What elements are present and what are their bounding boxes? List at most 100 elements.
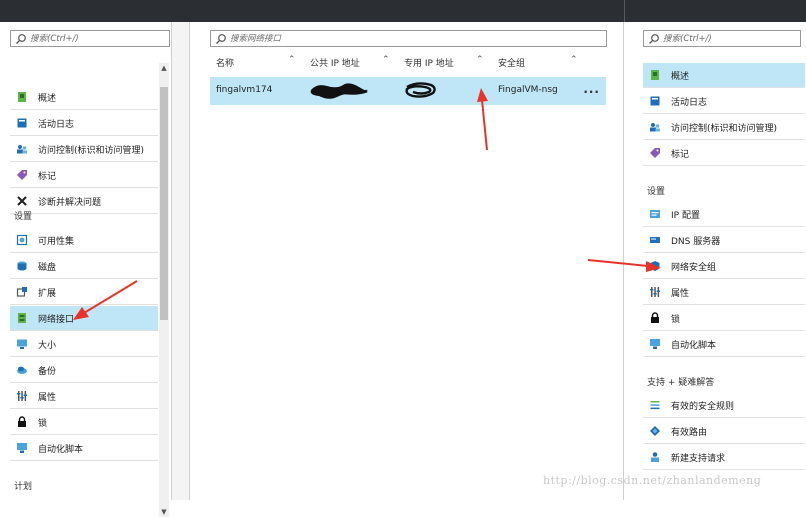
sidebar-item-automation-script[interactable]: 自动化脚本: [10, 436, 158, 461]
sidebar-item-properties[interactable]: 属性: [643, 280, 805, 305]
column-header-security-group[interactable]: 安全组: [498, 56, 525, 72]
automation-script-icon: [16, 442, 28, 454]
sidebar-item-tag[interactable]: 标记: [10, 163, 158, 188]
search-icon: [648, 33, 660, 45]
sidebar-item-ip-config[interactable]: IP 配置: [643, 202, 805, 227]
sidebar-item-network-security-group[interactable]: 网络安全组: [643, 254, 805, 279]
pane-gutter: [172, 22, 189, 500]
dns-server-icon: [649, 234, 661, 246]
sidebar-item-extension[interactable]: 扩展: [10, 280, 158, 305]
scroll-up-icon[interactable]: ▲: [159, 63, 169, 73]
sidebar-item-activity-log[interactable]: 活动日志: [643, 89, 805, 114]
scroll-thumb[interactable]: [160, 87, 168, 320]
overview-icon: [16, 91, 28, 103]
activity-log-icon: [16, 117, 28, 129]
sidebar-item-label: 锁: [671, 312, 680, 325]
access-control-icon: [649, 121, 661, 133]
sort-caret-icon[interactable]: ⌃: [570, 55, 578, 65]
scroll-down-icon[interactable]: ▼: [159, 507, 169, 517]
sidebar-item-access-control[interactable]: 访问控制(标识和访问管理): [10, 137, 158, 162]
sidebar-item-label: 磁盘: [38, 260, 56, 273]
automation-script-icon: [649, 338, 661, 350]
sort-caret-icon[interactable]: ⌃: [476, 55, 484, 65]
sidebar-item-diagnose[interactable]: 诊断并解决问题: [10, 189, 158, 214]
watermark: http://blog.csdn.net/zhanlandemeng: [543, 474, 761, 487]
section-support: 支持 + 疑难解答: [647, 375, 714, 388]
properties-icon: [649, 286, 661, 298]
sidebar-item-label: DNS 服务器: [671, 234, 720, 247]
sidebar-item-backup[interactable]: 备份: [10, 358, 158, 383]
sidebar-item-label: 网络安全组: [671, 260, 716, 273]
sidebar-item-disk[interactable]: 磁盘: [10, 254, 158, 279]
lock-icon: [649, 312, 661, 324]
sidebar-item-label: 备份: [38, 364, 56, 377]
lock-icon: [16, 416, 28, 428]
vm-menu-search[interactable]: [10, 30, 170, 47]
sidebar-item-dns-server[interactable]: DNS 服务器: [643, 228, 805, 253]
sidebar-item-label: 属性: [38, 390, 56, 403]
sidebar-item-label: 活动日志: [38, 117, 74, 130]
sidebar-item-routes[interactable]: 有效路由: [643, 419, 805, 444]
sidebar-item-label: 概述: [671, 69, 689, 82]
sidebar-item-label: 网络接口: [38, 312, 74, 325]
section-settings: 设置: [14, 209, 32, 222]
sort-caret-icon[interactable]: ⌃: [288, 55, 296, 65]
network-interface-icon: [16, 312, 28, 324]
access-control-icon: [16, 143, 28, 155]
sort-caret-icon[interactable]: ⌃: [382, 55, 390, 65]
sidebar-item-label: 标记: [671, 147, 689, 160]
network-interface-search-input[interactable]: [230, 34, 530, 44]
column-header-name[interactable]: 名称: [216, 56, 234, 72]
sidebar-item-overview[interactable]: 概述: [643, 63, 805, 88]
portal-top-bar: [0, 0, 806, 22]
cell-name: fingalvm174: [216, 85, 272, 95]
availability-set-icon: [16, 234, 28, 246]
column-header-private-ip[interactable]: 专用 IP 地址: [404, 56, 454, 72]
network-interface-search[interactable]: [210, 30, 607, 47]
sidebar-item-label: IP 配置: [671, 208, 700, 221]
sidebar-item-support-request[interactable]: 新建支持请求: [643, 445, 805, 470]
sidebar-item-label: 活动日志: [671, 95, 707, 108]
sidebar-item-size[interactable]: 大小: [10, 332, 158, 357]
sidebar-item-label: 标记: [38, 169, 56, 182]
section-plan: 计划: [14, 479, 32, 492]
vm-menu-pane: 概述活动日志访问控制(标识和访问管理) 标记诊断并解决问题可用性集磁盘扩展网络接口…: [0, 22, 172, 500]
nic-menu-search-input[interactable]: [663, 34, 783, 44]
tag-icon: [649, 147, 661, 159]
security-rules-icon: [649, 399, 661, 411]
sidebar-item-label: 诊断并解决问题: [38, 195, 101, 208]
more-options-icon[interactable]: ...: [583, 82, 600, 96]
tag-icon: [16, 169, 28, 181]
extension-icon: [16, 286, 28, 298]
sidebar-item-lock[interactable]: 锁: [643, 306, 805, 331]
vm-menu-scrollbar[interactable]: ▲ ▼: [159, 63, 169, 517]
activity-log-icon: [649, 95, 661, 107]
sidebar-item-label: 锁: [38, 416, 47, 429]
sidebar-item-label: 可用性集: [38, 234, 74, 247]
properties-icon: [16, 390, 28, 402]
routes-icon: [649, 425, 661, 437]
redacted-private-ip: [403, 79, 439, 101]
table-row[interactable]: fingalvm174 FingalVM-nsg ...: [210, 77, 606, 105]
network-interfaces-pane: 名称 ⌃ 公共 IP 地址 ⌃ 专用 IP 地址 ⌃ 安全组 ⌃ fingalv…: [189, 22, 624, 500]
sidebar-item-label: 访问控制(标识和访问管理): [671, 121, 777, 134]
sidebar-item-overview[interactable]: 概述: [10, 85, 158, 110]
column-header-public-ip[interactable]: 公共 IP 地址: [310, 56, 360, 72]
nic-menu-search[interactable]: [643, 30, 801, 47]
network-security-group-icon: [649, 260, 661, 272]
sidebar-item-access-control[interactable]: 访问控制(标识和访问管理): [643, 115, 805, 140]
sidebar-item-lock[interactable]: 锁: [10, 410, 158, 435]
sidebar-item-automation-script[interactable]: 自动化脚本: [643, 332, 805, 357]
sidebar-item-tag[interactable]: 标记: [643, 141, 805, 166]
sidebar-item-properties[interactable]: 属性: [10, 384, 158, 409]
sidebar-item-label: 访问控制(标识和访问管理): [38, 143, 144, 156]
sidebar-item-availability-set[interactable]: 可用性集: [10, 228, 158, 253]
vm-menu-search-input[interactable]: [30, 34, 150, 44]
sidebar-item-label: 扩展: [38, 286, 56, 299]
sidebar-item-label: 大小: [38, 338, 56, 351]
sidebar-item-activity-log[interactable]: 活动日志: [10, 111, 158, 136]
sidebar-item-network-interface[interactable]: 网络接口: [10, 306, 158, 331]
diagnose-icon: [16, 195, 28, 207]
backup-icon: [16, 364, 28, 376]
sidebar-item-security-rules[interactable]: 有效的安全规则: [643, 393, 805, 418]
